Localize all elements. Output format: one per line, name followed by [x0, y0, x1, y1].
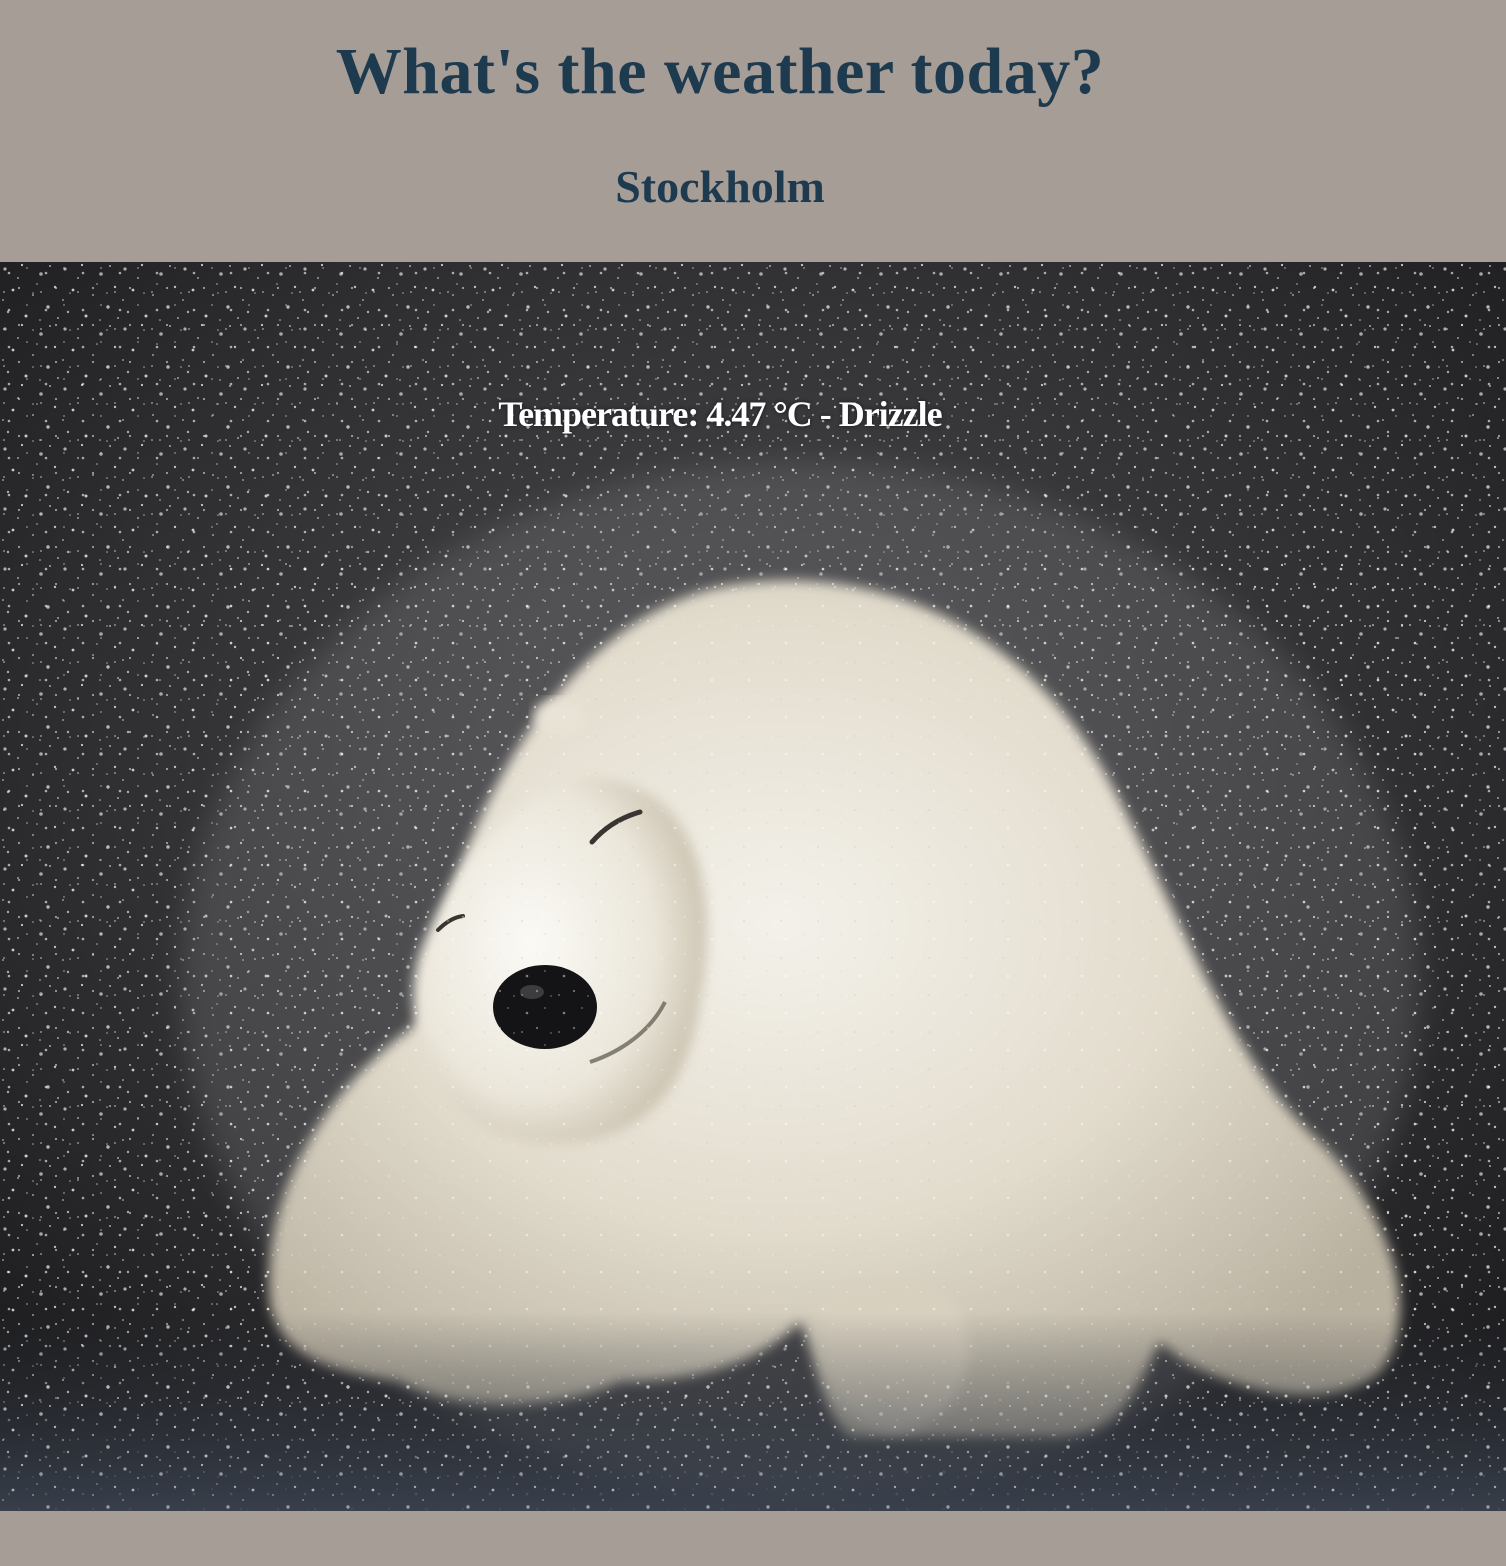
weather-background-photo [0, 262, 1506, 1511]
city-name: Stockholm [615, 161, 825, 212]
temperature-summary: Temperature: 4.47 °C - Drizzle [498, 394, 942, 434]
page-title: What's the weather today? [335, 35, 1105, 108]
